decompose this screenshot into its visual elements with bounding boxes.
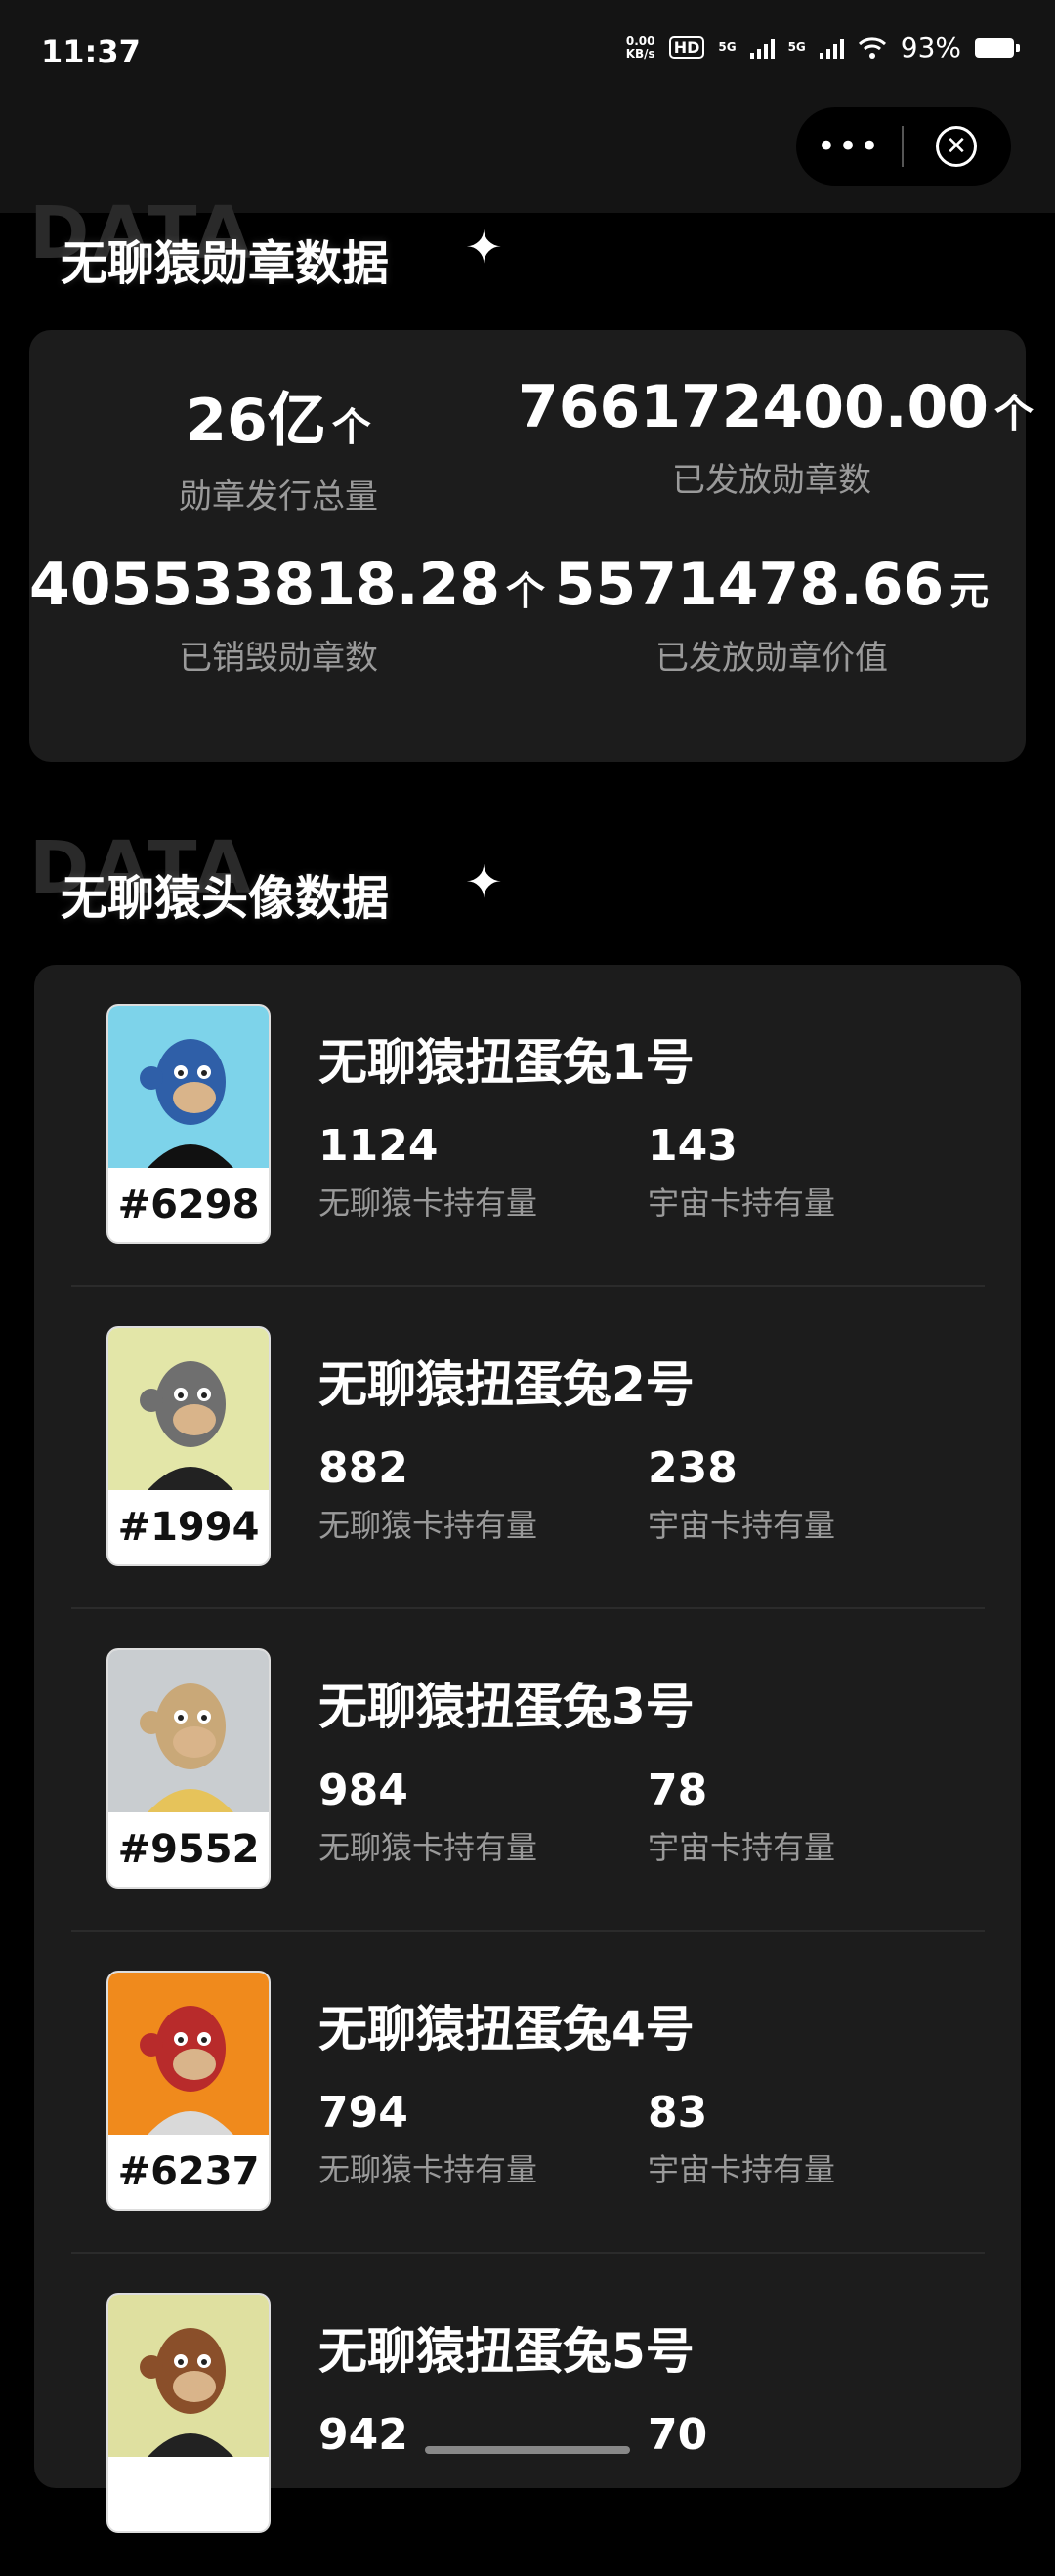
avatar-list-item[interactable]: #6237 无聊猿扭蛋兔4号 794 无聊猿卡持有量 83 宇宙卡持有量 <box>71 1932 985 2254</box>
ape-avatar-image <box>108 1328 269 1490</box>
battery-percent: 93% <box>900 31 961 63</box>
more-dots-icon[interactable]: ••• <box>796 130 902 163</box>
close-circle-icon[interactable]: ✕ <box>936 126 977 167</box>
avatar-list-item[interactable]: #9552 无聊猿扭蛋兔3号 984 无聊猿卡持有量 78 宇宙卡持有量 <box>71 1609 985 1932</box>
ape-avatar-image <box>108 1650 269 1812</box>
avatar-token-id: #9552 <box>117 1827 260 1872</box>
item-name: 无聊猿扭蛋兔1号 <box>318 1034 695 1091</box>
signal-icon <box>749 37 775 59</box>
sparkle-icon: ✦ <box>465 221 503 273</box>
cosmic-card-count: 70 <box>648 2410 708 2460</box>
cosmic-card-count: 83 宇宙卡持有量 <box>648 2088 836 2188</box>
avatar-list-card: #6298 无聊猿扭蛋兔1号 1124 无聊猿卡持有量 143 宇宙卡持有量 #1994 无聊… <box>34 965 1021 2533</box>
badge-stats-card: 26亿个 勋章发行总量 766172400.00 个 已发放勋章数 4055338… <box>29 330 1034 762</box>
battery-icon <box>975 37 1020 58</box>
item-name: 无聊猿扭蛋兔4号 <box>318 2001 695 2057</box>
wifi-icon <box>858 36 886 59</box>
mini-program-capsule: ••• ✕ <box>796 107 1011 186</box>
ape-card-count: 984 无聊猿卡持有量 <box>318 1766 538 1866</box>
ape-card-count: 882 无聊猿卡持有量 <box>318 1443 538 1544</box>
status-bar: 11:37 0.00 KB/s HD 5G 5G 93% <box>0 0 1055 107</box>
ape-card-count: 942 <box>318 2410 408 2460</box>
hd-icon: HD <box>668 36 705 59</box>
capsule-divider <box>902 126 904 167</box>
stat-issued-count: 766172400.00 个 已发放勋章数 <box>518 373 1034 500</box>
sim1-label: 5G <box>718 40 737 54</box>
item-name: 无聊猿扭蛋兔2号 <box>318 1356 695 1413</box>
badge-section-header: DATA 无聊猿勋章数据 ✦ <box>29 191 615 303</box>
avatar-card-thumb: #6298 <box>106 1004 271 1244</box>
stat-total-issued: 26亿个 勋章发行总量 <box>179 387 378 517</box>
status-icons: 0.00 KB/s HD 5G 5G 93% <box>625 31 1020 63</box>
avatar-token-id: #1994 <box>117 1505 260 1550</box>
item-name: 无聊猿扭蛋兔3号 <box>318 1679 695 1735</box>
stat-destroyed-count: 405533818.28 个 已销毁勋章数 <box>29 551 546 678</box>
sparkle-icon: ✦ <box>465 855 503 908</box>
ape-card-count: 794 无聊猿卡持有量 <box>318 2088 538 2188</box>
ape-avatar-image <box>108 1006 269 1168</box>
cosmic-card-count: 238 宇宙卡持有量 <box>648 1443 836 1544</box>
avatar-list-item[interactable]: #6298 无聊猿扭蛋兔1号 1124 无聊猿卡持有量 143 宇宙卡持有量 <box>71 965 985 1287</box>
section-title: 无聊猿头像数据 <box>61 871 390 926</box>
avatar-section-header: DATA 无聊猿头像数据 ✦ <box>29 826 615 937</box>
sim2-label: 5G <box>787 40 806 54</box>
cosmic-card-count: 143 宇宙卡持有量 <box>648 1121 836 1222</box>
ape-avatar-image <box>108 2295 269 2457</box>
signal-icon <box>819 37 844 59</box>
avatar-token-id <box>108 2457 269 2531</box>
status-time: 11:37 <box>41 33 141 70</box>
avatar-card-thumb: #6237 <box>106 1971 271 2211</box>
avatar-card-thumb: #1994 <box>106 1326 271 1566</box>
ape-card-count: 1124 无聊猿卡持有量 <box>318 1121 538 1222</box>
ape-avatar-image <box>108 1973 269 2135</box>
item-name: 无聊猿扭蛋兔5号 <box>318 2323 695 2380</box>
avatar-list-item[interactable]: #1994 无聊猿扭蛋兔2号 882 无聊猿卡持有量 238 宇宙卡持有量 <box>71 1287 985 1609</box>
avatar-token-id: #6237 <box>117 2149 260 2194</box>
avatar-card-thumb: #9552 <box>106 1648 271 1889</box>
avatar-card-thumb <box>106 2293 271 2533</box>
home-indicator <box>425 2446 630 2454</box>
cosmic-card-count: 78 宇宙卡持有量 <box>648 1766 836 1866</box>
stat-issued-value: 5571478.66 元 已发放勋章价值 <box>554 551 990 678</box>
avatar-token-id: #6298 <box>117 1183 260 1227</box>
net-speed: 0.00 KB/s <box>625 33 655 61</box>
section-title: 无聊猿勋章数据 <box>61 236 390 291</box>
avatar-list-item[interactable]: 无聊猿扭蛋兔5号 942 70 <box>71 2254 985 2576</box>
